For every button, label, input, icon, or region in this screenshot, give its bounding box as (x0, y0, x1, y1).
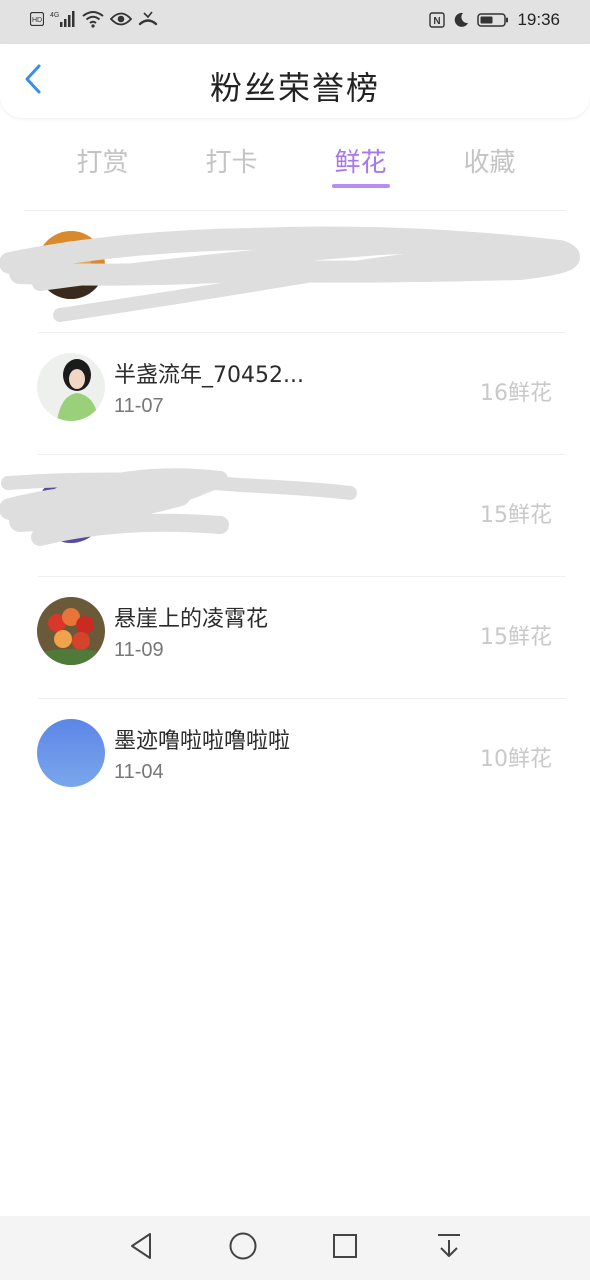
user-name: 墨迹噜啦啦噜啦啦 (114, 729, 291, 754)
nav-home-button[interactable] (225, 1230, 261, 1266)
tab-flowers[interactable]: 鲜花 (296, 138, 425, 194)
flower-count: 10鲜花 (480, 747, 552, 772)
svg-text:N: N (434, 16, 441, 27)
status-bar-left: HD 4G (30, 10, 158, 28)
avatar (37, 719, 105, 787)
status-time: 19:36 (517, 10, 560, 29)
flower-count: 15鲜花 (480, 503, 552, 528)
header-bar: 粉丝荣誉榜 (0, 44, 590, 118)
signal-4g-icon: 4G (50, 10, 76, 28)
list-item[interactable]: 15鲜花 (0, 455, 590, 577)
avatar (37, 231, 105, 299)
wifi-icon (82, 10, 104, 28)
svg-text:4G: 4G (50, 12, 59, 19)
status-bar: HD 4G N 19:36 (0, 0, 590, 44)
nfc-icon: N (429, 12, 446, 28)
list-item[interactable]: 悬崖上的凌霄花 11-09 15鲜花 (0, 577, 590, 699)
user-name: 半盏流年_70452... (114, 363, 304, 388)
back-triangle-icon (128, 1232, 154, 1264)
eye-icon (110, 11, 132, 27)
list-item[interactable]: 半盏流年_70452... 11-07 16鲜花 (0, 333, 590, 455)
notification-down-icon (436, 1232, 462, 1264)
tab-bar: 打赏 打卡 鲜花 收藏 (38, 138, 554, 194)
flower-count: 16鲜花 (480, 381, 552, 406)
page-title: 粉丝荣誉榜 (209, 69, 380, 107)
nav-back-button[interactable] (123, 1230, 159, 1266)
tab-label: 收藏 (463, 148, 516, 178)
tab-tip[interactable]: 打赏 (38, 138, 167, 194)
recents-square-icon (332, 1233, 358, 1263)
fan-list: 半盏流年_70452... 11-07 16鲜花 15鲜花 悬崖上的凌霄花 11… (0, 211, 590, 821)
tab-label: 打赏 (76, 148, 129, 178)
nav-recents-button[interactable] (327, 1230, 363, 1266)
gift-date: 11-09 (114, 639, 164, 661)
avatar (37, 597, 105, 665)
avatar (37, 475, 105, 543)
gift-date: 11-07 (114, 395, 164, 417)
gift-date: 11-04 (114, 761, 164, 783)
moon-icon (453, 12, 469, 28)
svg-text:HD: HD (32, 17, 42, 24)
missed-call-icon (138, 11, 158, 27)
active-tab-indicator (331, 184, 390, 188)
status-bar-right: N 19:36 (429, 10, 560, 30)
user-name: 悬崖上的凌霄花 (114, 607, 269, 632)
tab-checkin[interactable]: 打卡 (167, 138, 296, 194)
hd-icon: HD (30, 12, 44, 26)
tab-favorites[interactable]: 收藏 (425, 138, 554, 194)
avatar (37, 353, 105, 421)
system-nav-bar (0, 1216, 590, 1280)
list-item[interactable] (0, 211, 590, 333)
battery-icon (477, 12, 509, 28)
tab-label: 打卡 (205, 148, 258, 178)
flower-count: 15鲜花 (480, 625, 552, 650)
home-circle-icon (228, 1231, 258, 1265)
nav-notification-button[interactable] (431, 1230, 467, 1266)
list-item[interactable]: 墨迹噜啦啦噜啦啦 11-04 10鲜花 (0, 699, 590, 821)
tab-label: 鲜花 (334, 148, 387, 178)
